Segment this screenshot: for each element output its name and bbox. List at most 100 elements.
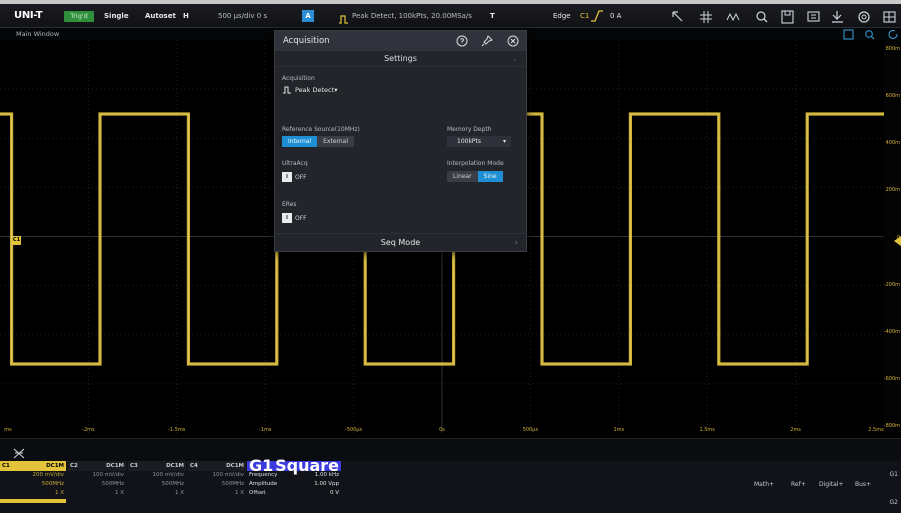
channel-name: C3	[130, 463, 138, 469]
x-tick-label: 2ms	[790, 427, 801, 433]
channel-name: C4	[190, 463, 198, 469]
top-toolbar: UNI-T Trig'd Single Autoset H 500 µs/div…	[0, 0, 901, 28]
bus-menu-button[interactable]: Bus+	[855, 481, 871, 488]
x-tick-label: 500µs	[522, 427, 539, 433]
channel-c1-column[interactable]: C1 DC1M 200 mV/div 500MHz 1 X	[0, 461, 66, 513]
acquisition-mode-select[interactable]: Peak Detect ▾	[282, 85, 337, 94]
measure-icon[interactable]	[726, 10, 742, 24]
dialog-title: Acquisition	[283, 36, 330, 46]
trigger-source[interactable]: C1	[580, 12, 589, 20]
trigger-type[interactable]: Edge	[553, 12, 571, 20]
channel-name: C2	[70, 463, 78, 469]
help-icon[interactable]	[456, 35, 468, 47]
zoom-icon[interactable]	[864, 29, 875, 40]
x-tick-label: -2ms	[82, 427, 95, 433]
channel-coupling: DC1M	[106, 463, 124, 469]
measurement-value: 0 V	[329, 490, 339, 496]
y-tick-label: 600m	[885, 93, 900, 100]
acquire-badge[interactable]: A	[302, 10, 314, 22]
y-tick-label: -600m	[883, 376, 900, 383]
chevron-right-icon: ›	[514, 238, 518, 247]
search-icon[interactable]	[754, 10, 770, 24]
ref-internal-button[interactable]: Internal	[282, 136, 318, 147]
channel-name: C1	[2, 463, 10, 469]
x-tick-label: -1ms	[258, 427, 272, 433]
memory-depth-select[interactable]: 100kPts ▾	[447, 136, 511, 147]
seq-mode-row[interactable]: Seq Mode ›	[275, 233, 526, 251]
y-tick-label: 400m	[885, 140, 900, 147]
measurement-box[interactable]: G1 Square Frequency 1.00 kHz Amplitude 1.00…	[247, 456, 341, 513]
ultraacq-state: OFF	[295, 173, 307, 181]
settings-section-header[interactable]: Settings ⌄	[275, 51, 526, 67]
trigger-state-badge: Trig'd	[64, 11, 94, 22]
timebase-readout[interactable]: 500 µs/div 0 s	[218, 12, 267, 20]
autoset-button[interactable]: Autoset	[145, 12, 176, 20]
trigger-level-marker[interactable]	[894, 236, 901, 246]
acquisition-mode-value: Peak Detect	[295, 85, 335, 94]
channel-scale: 200 mV/div	[32, 472, 65, 478]
ultraacq-toggle[interactable]: II OFF	[282, 171, 315, 183]
trigger-badge[interactable]: T	[490, 12, 495, 20]
cursor-icon[interactable]	[670, 10, 686, 24]
measurement-value: 1.00 Vpp	[314, 481, 339, 487]
brand-logo: UNI-T	[14, 10, 43, 21]
grid-icon[interactable]	[698, 10, 714, 24]
utility-icon[interactable]	[830, 10, 846, 24]
measurement-value: 1.00 kHz	[314, 472, 339, 478]
channel-coupling: DC1M	[46, 463, 64, 469]
interpolation-toggle: Linear Sine	[447, 171, 503, 182]
eres-state: OFF	[295, 214, 307, 222]
trigger-level[interactable]: 0 A	[610, 12, 621, 20]
g1-label[interactable]: G1	[890, 471, 898, 478]
measurement-label: Frequency	[249, 472, 278, 478]
channel-probe: 1 X	[234, 490, 244, 496]
digital-menu-button[interactable]: Digital+	[819, 481, 844, 488]
single-button[interactable]: Single	[104, 12, 129, 20]
layout-icon[interactable]	[882, 10, 898, 24]
ref-menu-button[interactable]: Ref+	[791, 481, 806, 488]
x-tick-label: 1.5ms	[699, 427, 715, 433]
dropdown-caret-icon: ▾	[502, 138, 506, 145]
x-tick-label: -500µs	[345, 427, 363, 433]
eres-label: ERes	[282, 201, 297, 208]
y-tick-label: 800m	[885, 46, 900, 52]
y-tick-label: 200m	[885, 187, 900, 194]
g2-label[interactable]: G2	[890, 499, 898, 506]
section-title: Settings	[384, 54, 417, 63]
channel-coupling: DC1M	[166, 463, 184, 469]
refresh-icon[interactable]	[888, 29, 899, 40]
acquisition-summary[interactable]: Peak Detect, 100kPts, 20.00MSa/s	[352, 12, 472, 20]
y-tick-label: -200m	[883, 281, 900, 288]
channel-c4-column[interactable]: C4 DC1M 100 mV/div 500MHz 1 X	[188, 461, 246, 513]
channel-bandwidth: 500MHz	[41, 481, 64, 487]
x-tick-label: 1ms	[613, 427, 625, 433]
math-menu-button[interactable]: Math+	[754, 481, 774, 488]
close-icon[interactable]	[507, 35, 519, 47]
interp-linear-button[interactable]: Linear	[447, 171, 478, 182]
acquisition-label: Acquisition	[282, 75, 315, 82]
measurement-row: Amplitude 1.00 Vpp	[247, 480, 341, 489]
peak-detect-icon	[338, 10, 350, 29]
interp-sine-button[interactable]: Sine	[477, 171, 503, 182]
pin-icon[interactable]	[481, 35, 493, 47]
settings-icon[interactable]	[856, 10, 872, 24]
ref-external-button[interactable]: External	[317, 136, 355, 147]
measure-type: Square	[275, 456, 339, 475]
channel-probe: 1 X	[174, 490, 184, 496]
save-icon[interactable]	[780, 10, 796, 24]
window-mode-icon[interactable]	[843, 29, 854, 40]
channel-bandwidth: 500MHz	[221, 481, 244, 487]
vertical-ruler: 800m 600m 400m 200m 0 -200m -400m -600m -800m	[884, 40, 901, 433]
x-tick-label: 0s	[439, 427, 445, 433]
memory-depth-label: Memory Depth	[447, 126, 492, 133]
y-tick-label: -400m	[883, 328, 900, 335]
horizontal-badge[interactable]: H	[183, 12, 189, 20]
eres-toggle[interactable]: II OFF	[282, 212, 315, 224]
channel-bandwidth: 500MHz	[101, 481, 124, 487]
memory-depth-value: 100kPts	[457, 138, 482, 145]
channel1-marker[interactable]: C1	[12, 236, 21, 245]
y-tick-label: -800m	[883, 423, 900, 430]
channel-c2-column[interactable]: C2 DC1M 100 mV/div 500MHz 1 X	[68, 461, 126, 513]
channel-c3-column[interactable]: C3 DC1M 100 mV/div 500MHz 1 X	[128, 461, 186, 513]
display-icon[interactable]	[806, 10, 822, 24]
